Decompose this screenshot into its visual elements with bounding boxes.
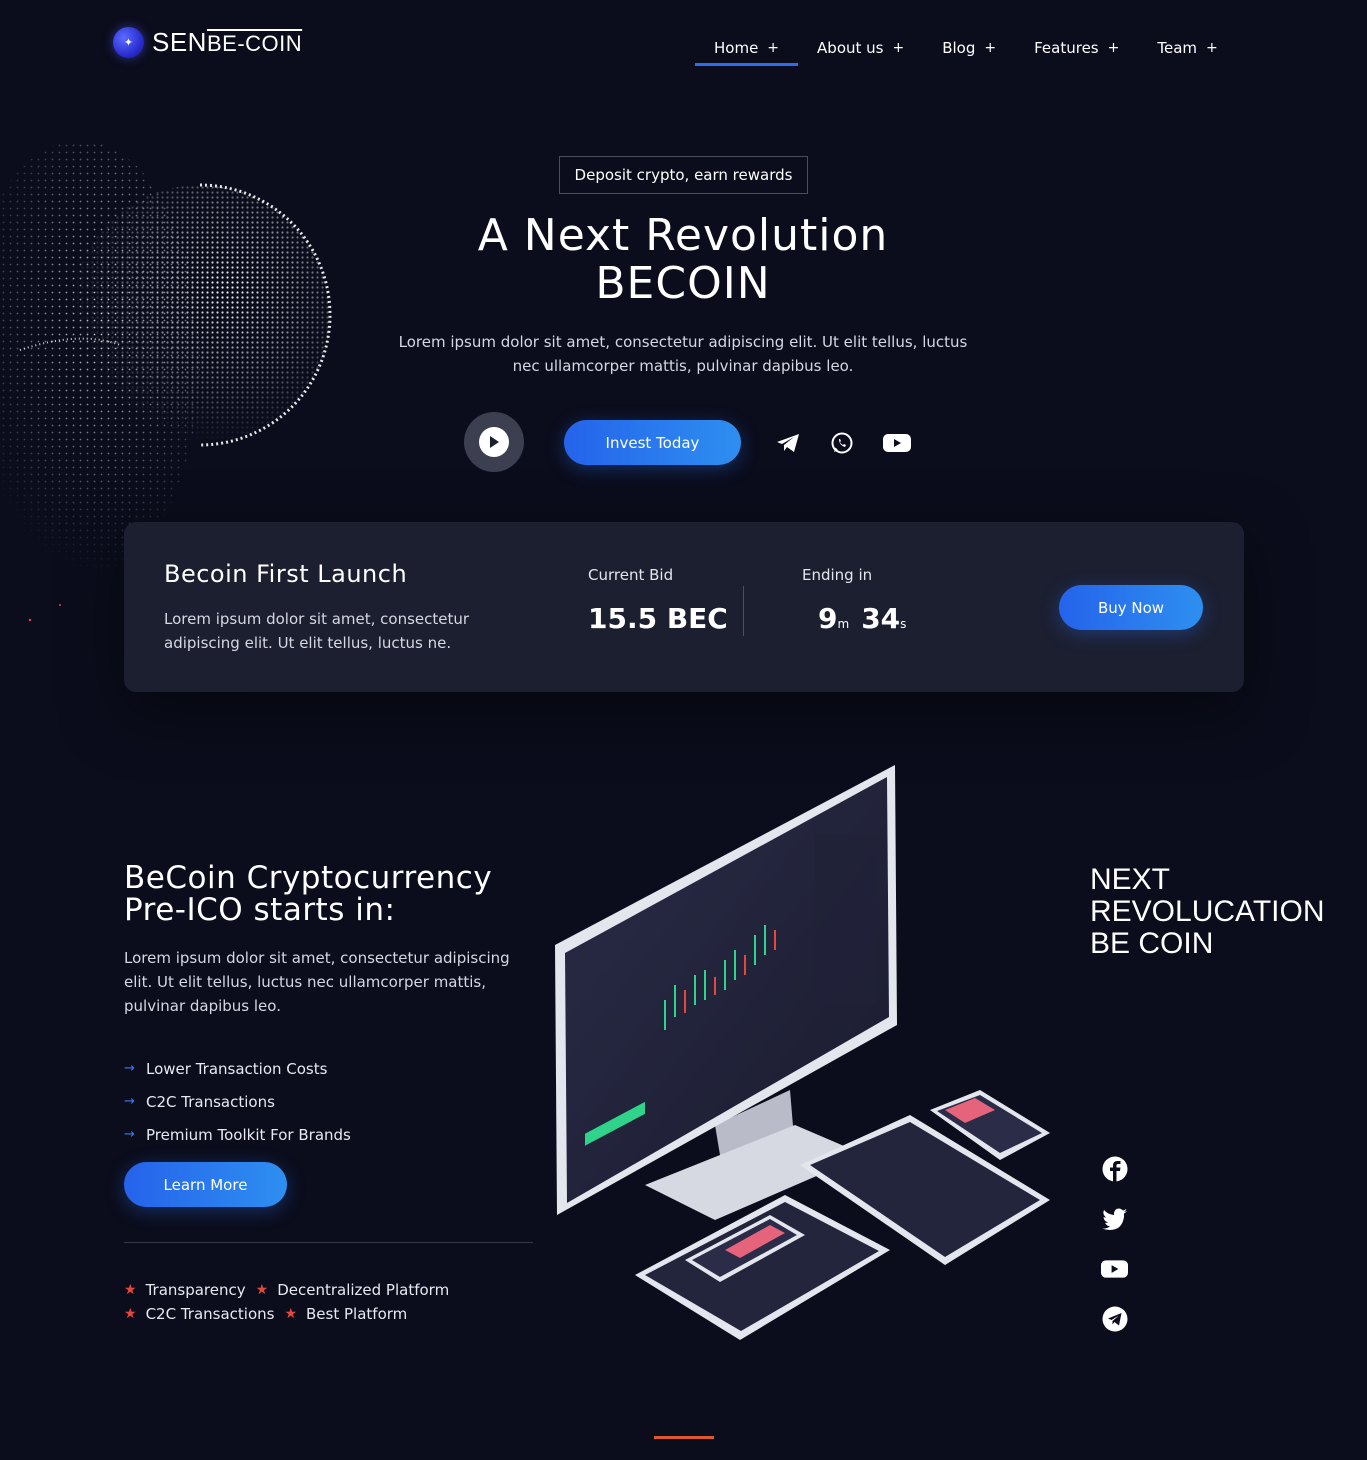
- facebook-icon[interactable]: [1101, 1155, 1128, 1182]
- countdown-timer: 9m 34s: [818, 602, 906, 635]
- countdown-minutes: 9: [818, 602, 838, 635]
- youtube-icon[interactable]: [883, 430, 911, 456]
- tag-label: Decentralized Platform: [277, 1281, 450, 1299]
- star-icon: ★: [124, 1282, 137, 1298]
- side-heading: NEXT REVOLUCATION BE COIN: [1090, 864, 1324, 960]
- telegram-icon[interactable]: [1101, 1305, 1128, 1332]
- brand-name: SENBE-COIN: [152, 27, 302, 58]
- nav-label: Team: [1157, 39, 1198, 57]
- coin-logo-icon: ✦: [113, 27, 144, 58]
- telegram-icon[interactable]: [774, 430, 802, 456]
- hero-badge: Deposit crypto, earn rewards: [559, 156, 808, 194]
- whatsapp-icon[interactable]: [828, 430, 856, 456]
- tag-item: ★ Transparency: [124, 1278, 246, 1302]
- brand-logo[interactable]: ✦ SENBE-COIN: [113, 27, 302, 58]
- site-header: ✦ SENBE-COIN Home + About us + Blog + Featu…: [0, 0, 1367, 90]
- nav-label: About us: [817, 39, 884, 57]
- countdown-seconds-unit: s: [900, 617, 907, 631]
- tag-label: C2C Transactions: [145, 1305, 275, 1323]
- plus-icon: +: [1107, 40, 1120, 56]
- tag-item: ★ Decentralized Platform: [256, 1278, 450, 1302]
- launch-description: Lorem ipsum dolor sit amet, consectetur …: [164, 610, 470, 652]
- feature-label: C2C Transactions: [146, 1092, 275, 1111]
- ico-title: BeCoin Cryptocurrency Pre-ICO starts in:: [124, 862, 492, 926]
- side-heading-line1: NEXT: [1090, 863, 1171, 896]
- tag-label: Best Platform: [306, 1305, 408, 1323]
- current-bid-value: 15.5 BEC: [588, 602, 728, 635]
- feature-label: Lower Transaction Costs: [146, 1059, 328, 1078]
- tag-label: Transparency: [145, 1281, 246, 1299]
- ico-description: Lorem ipsum dolor sit amet, consectetur …: [124, 949, 510, 1015]
- feature-list: → Lower Transaction Costs → C2C Transactio…: [124, 1052, 351, 1151]
- hero-title: A Next Revolution BECOIN: [383, 212, 983, 308]
- hero-title-line1: A Next Revolution: [477, 210, 889, 261]
- nav-item-about[interactable]: About us +: [798, 30, 923, 66]
- twitter-icon[interactable]: [1101, 1205, 1128, 1232]
- card-divider: [743, 586, 744, 636]
- star-icon: ★: [255, 1282, 269, 1298]
- list-item: → C2C Transactions: [124, 1085, 351, 1118]
- play-icon: [479, 427, 509, 457]
- invest-today-button[interactable]: Invest Today: [564, 420, 741, 465]
- tag-item: ★ Best Platform: [284, 1302, 407, 1326]
- ending-in-label: Ending in: [802, 566, 873, 584]
- ico-title-line2: Pre-ICO starts in:: [124, 892, 396, 928]
- tag-item: ★ C2C Transactions: [124, 1302, 274, 1326]
- launch-card: Becoin First Launch Lorem ipsum dolor si…: [124, 522, 1244, 692]
- play-video-button[interactable]: [464, 412, 524, 472]
- tag-row: ★ Transparency ★ Decentralized Platform: [124, 1278, 544, 1302]
- launch-title: Becoin First Launch: [164, 560, 408, 588]
- brand-name-big: SEN: [152, 27, 207, 57]
- plus-icon: +: [767, 40, 780, 56]
- side-heading-line2: REVOLUCATION: [1090, 895, 1325, 928]
- list-item: → Lower Transaction Costs: [124, 1052, 351, 1085]
- side-heading-line3: BE COIN: [1090, 927, 1214, 960]
- star-icon: ★: [124, 1306, 137, 1322]
- arrow-right-icon: →: [124, 1127, 135, 1142]
- nav-item-team[interactable]: Team +: [1138, 30, 1236, 66]
- list-item: → Premium Toolkit For Brands: [124, 1118, 351, 1151]
- section-divider: [124, 1242, 533, 1243]
- star-icon: ★: [284, 1306, 298, 1322]
- tag-list: ★ Transparency ★ Decentralized Platform ★ C…: [124, 1278, 544, 1326]
- section-accent-line: [654, 1436, 714, 1439]
- ico-title-line1: BeCoin Cryptocurrency: [124, 860, 493, 896]
- plus-icon: +: [892, 40, 905, 56]
- buy-now-button[interactable]: Buy Now: [1059, 585, 1203, 630]
- youtube-icon[interactable]: [1101, 1255, 1128, 1282]
- hero-description: Lorem ipsum dolor sit amet, consectetur …: [398, 333, 968, 375]
- countdown-minutes-unit: m: [837, 617, 850, 631]
- nav-label: Home: [714, 39, 759, 57]
- devices-illustration: [555, 765, 1050, 1340]
- nav-item-home[interactable]: Home +: [695, 30, 799, 66]
- nav-label: Features: [1034, 39, 1099, 57]
- hero-title-line2: BECOIN: [595, 258, 771, 309]
- nav-item-blog[interactable]: Blog +: [923, 30, 1015, 66]
- feature-label: Premium Toolkit For Brands: [146, 1125, 351, 1144]
- brand-name-small: BE-COIN: [206, 31, 303, 56]
- plus-icon: +: [984, 40, 997, 56]
- plus-icon: +: [1206, 40, 1218, 56]
- tag-row: ★ C2C Transactions ★ Best Platform: [124, 1302, 544, 1326]
- countdown-seconds: 34: [861, 602, 901, 635]
- arrow-right-icon: →: [124, 1061, 135, 1076]
- arrow-right-icon: →: [124, 1094, 135, 1109]
- nav-item-features[interactable]: Features +: [1015, 30, 1138, 66]
- learn-more-button[interactable]: Learn More: [124, 1162, 287, 1207]
- nav-label: Blog: [942, 39, 976, 57]
- main-nav: Home + About us + Blog + Features + Team +: [695, 30, 1237, 66]
- current-bid-label: Current Bid: [588, 566, 674, 584]
